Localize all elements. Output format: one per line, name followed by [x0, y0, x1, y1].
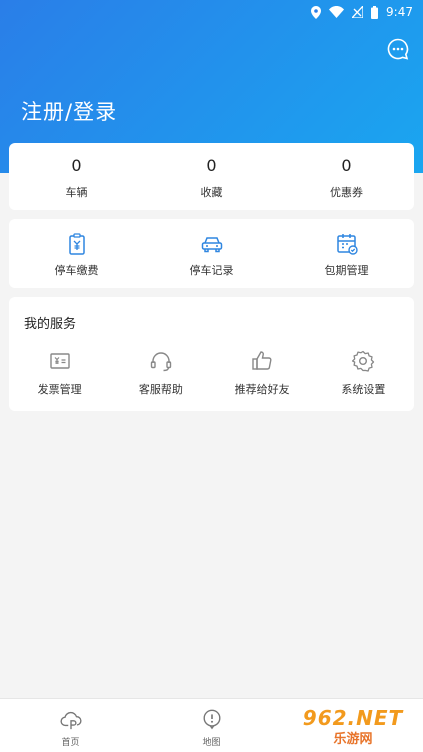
invoice-management-button[interactable]: 发票管理 — [9, 349, 110, 397]
parking-payment-icon — [68, 233, 85, 255]
parking-payment-button[interactable]: 停车缴费 — [9, 219, 144, 288]
stat-value: 0 — [341, 156, 352, 175]
watermark: 962.NET 乐游网 — [283, 700, 423, 752]
stat-value: 0 — [71, 156, 82, 175]
stats-card: 0 车辆 0 收藏 0 优惠券 — [9, 143, 414, 210]
quick-action-label: 停车缴费 — [54, 264, 99, 277]
tab-home[interactable]: 首页 — [0, 699, 141, 752]
watermark-subtext: 乐游网 — [333, 731, 373, 747]
location-icon — [311, 5, 322, 19]
login-register-link[interactable]: 注册/登录 — [21, 96, 117, 126]
stat-favorites[interactable]: 0 收藏 — [144, 143, 279, 210]
quick-actions-card: 停车缴费 停车记录 包期管理 — [9, 219, 414, 288]
period-management-button[interactable]: 包期管理 — [279, 219, 414, 288]
tab-label: 首页 — [61, 738, 80, 748]
service-label: 系统设置 — [341, 383, 386, 396]
stat-label: 优惠券 — [330, 186, 363, 199]
system-settings-button[interactable]: 系统设置 — [313, 349, 414, 397]
status-bar: 9:47 — [0, 0, 423, 24]
quick-action-label: 停车记录 — [189, 264, 234, 277]
tab-map[interactable]: 地图 — [141, 699, 282, 752]
services-row: 发票管理 客服帮助 推荐给好友 系统设置 — [9, 349, 414, 397]
home-logo-icon — [59, 711, 82, 730]
gear-icon — [352, 350, 375, 372]
customer-service-button[interactable]: 客服帮助 — [110, 349, 211, 397]
service-label: 发票管理 — [37, 383, 82, 396]
stat-label: 车辆 — [65, 186, 88, 199]
car-icon — [201, 237, 222, 253]
thumbs-up-icon — [252, 351, 272, 370]
recommend-friend-button[interactable]: 推荐给好友 — [212, 349, 313, 397]
service-label: 客服帮助 — [138, 383, 183, 396]
message-button[interactable] — [387, 38, 409, 60]
battery-icon — [371, 5, 379, 19]
wifi-icon — [329, 6, 345, 18]
invoice-icon — [49, 353, 70, 369]
tab-label: 地图 — [202, 738, 221, 748]
watermark-text: 962.NET — [302, 705, 404, 730]
calendar-icon — [336, 234, 358, 255]
stat-coupons[interactable]: 0 优惠券 — [279, 143, 414, 210]
signal-icon — [352, 6, 364, 18]
quick-action-label: 包期管理 — [324, 264, 369, 277]
my-services-card: 我的服务 发票管理 客服帮助 推荐给好友 系统设置 — [9, 297, 414, 411]
service-label: 推荐给好友 — [234, 383, 290, 396]
stat-vehicles[interactable]: 0 车辆 — [9, 143, 144, 210]
stat-label: 收藏 — [200, 186, 223, 199]
map-pin-icon — [203, 709, 220, 730]
stat-value: 0 — [206, 156, 217, 175]
status-time: 9:47 — [386, 5, 413, 19]
headset-icon — [150, 352, 172, 372]
services-title: 我的服务 — [24, 317, 77, 332]
chat-bubble-icon — [387, 38, 409, 60]
parking-records-button[interactable]: 停车记录 — [144, 219, 279, 288]
